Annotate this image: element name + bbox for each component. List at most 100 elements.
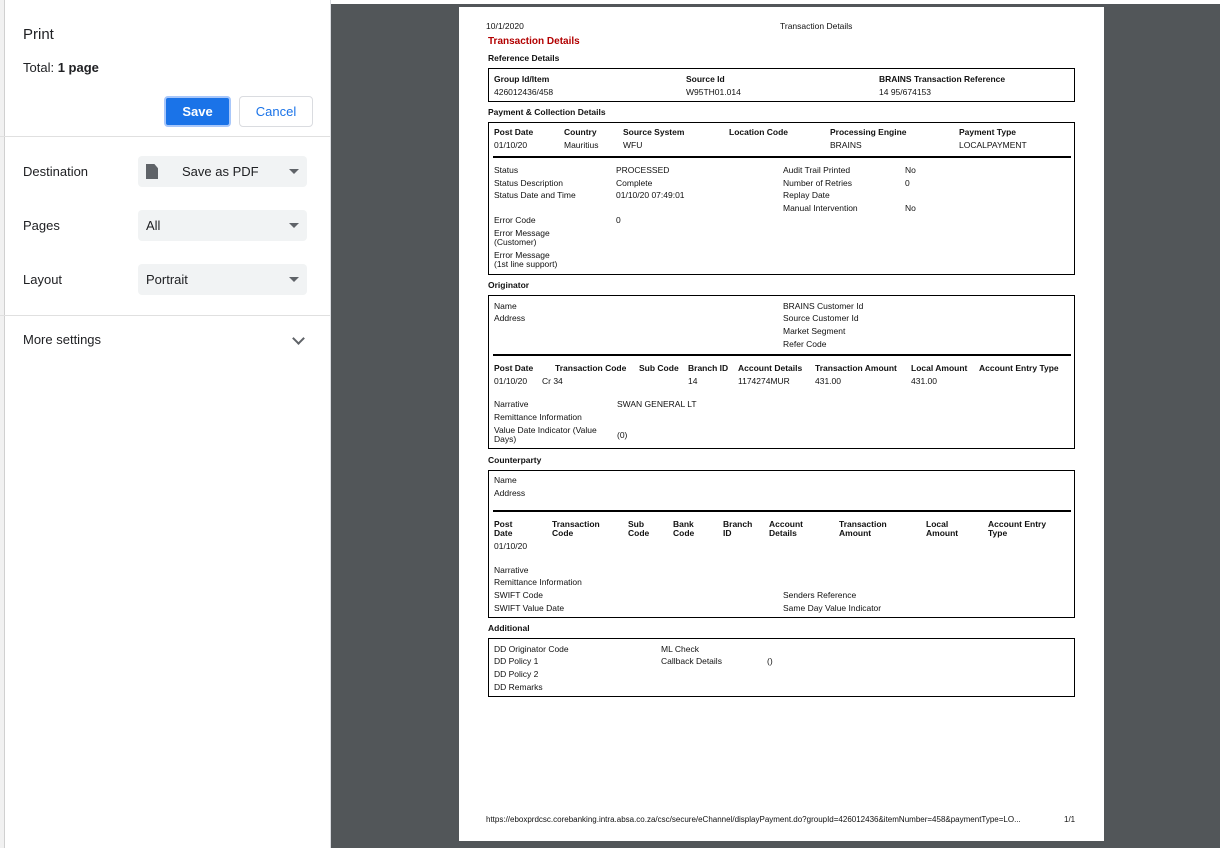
destination-value: Save as PDF (182, 164, 259, 179)
save-button[interactable]: Save (164, 96, 231, 127)
pay-col: Source System (623, 127, 685, 137)
divider (0, 136, 330, 137)
total-value: 1 page (57, 60, 99, 75)
orig-col: Local Amount (911, 363, 968, 373)
source-id-label: Source Id (686, 74, 725, 84)
sameday-label: Same Day Value Indicator (783, 603, 882, 613)
originator-section-title: Originator (488, 280, 530, 290)
senders-ref-label: Senders Reference (783, 590, 857, 600)
brains-ref-label: BRAINS Transaction Reference (879, 74, 1006, 84)
group-id-label: Group Id/Item (494, 74, 550, 84)
callback-label: Callback Details (661, 656, 722, 666)
orig-col: Transaction Code (555, 363, 627, 373)
additional-section-title: Additional (488, 623, 530, 633)
status-dt-label: Status Date and Time (494, 190, 576, 200)
pay-val: Mauritius (564, 140, 599, 150)
section-rule (493, 510, 1071, 512)
additional-box (488, 638, 1075, 697)
orig-col: Account Entry Type (979, 363, 1059, 373)
dd-policy1-label: DD Policy 1 (494, 656, 539, 666)
dialog-title: Print (23, 26, 54, 43)
section-rule (493, 156, 1071, 158)
source-cust-label: Source Customer Id (783, 313, 859, 323)
divider (0, 315, 330, 316)
total-pages: Total: 1 page (23, 60, 99, 75)
pay-val: BRAINS (830, 140, 862, 150)
cp-col-sub: Code (552, 528, 574, 538)
retries-label: Number of Retries (783, 178, 852, 188)
footer-url: https://eboxprdcsc.corebanking.intra.abs… (486, 815, 1021, 824)
status-label: Status (494, 165, 519, 175)
pay-col: Post Date (494, 127, 534, 137)
destination-select[interactable]: Save as PDF (138, 156, 307, 187)
manual-value: No (905, 203, 916, 213)
counterparty-box (488, 470, 1075, 618)
cp-col-sub: Code (628, 528, 650, 538)
dropdown-arrow-icon (289, 223, 299, 228)
error-msg-support-sub: (1st line support) (494, 259, 558, 269)
preview-page: 10/1/2020 Transaction Details Transactio… (459, 7, 1104, 841)
orig-col: Sub Code (639, 363, 679, 373)
orig-val: 431.00 (911, 376, 937, 386)
orig-val: 431.00 (815, 376, 841, 386)
error-msg-customer-sub: (Customer) (494, 237, 537, 247)
cp-col-sub: ID (723, 528, 732, 538)
dd-remarks-label: DD Remarks (494, 682, 543, 692)
orig-col: Branch ID (688, 363, 729, 373)
dd-policy2-label: DD Policy 2 (494, 669, 539, 679)
error-code-label: Error Code (494, 215, 536, 225)
cp-col-sub: Code (673, 528, 695, 538)
audit-label: Audit Trail Printed (783, 165, 851, 175)
pages-select[interactable]: All (138, 210, 307, 241)
footer-page-number: 1/1 (1064, 815, 1076, 824)
cp-col-sub: Details (769, 528, 797, 538)
more-settings-toggle[interactable]: More settings (23, 332, 101, 347)
retries-value: 0 (905, 178, 910, 188)
pay-col: Location Code (729, 127, 789, 137)
dd-orig-label: DD Originator Code (494, 644, 569, 654)
refer-label: Refer Code (783, 339, 827, 349)
vdi-value: (0) (617, 430, 628, 440)
cancel-button[interactable]: Cancel (239, 96, 313, 127)
pay-val: LOCALPAYMENT (959, 140, 1027, 150)
layout-select[interactable]: Portrait (138, 264, 307, 295)
manual-label: Manual Intervention (783, 203, 858, 213)
market-label: Market Segment (783, 326, 846, 336)
orig-address-label: Address (494, 313, 526, 323)
header-date: 10/1/2020 (486, 21, 524, 31)
cp-post-date: 01/10/20 (494, 541, 528, 551)
total-prefix: Total: (23, 60, 58, 75)
status-dt-value: 01/10/20 07:49:01 (616, 190, 685, 200)
destination-label: Destination (23, 164, 89, 179)
cp-col-sub: Amount (839, 528, 872, 538)
reference-section-title: Reference Details (488, 53, 560, 63)
orig-val: Cr 34 (542, 376, 563, 386)
pay-col: Processing Engine (830, 127, 907, 137)
callback-value: () (767, 656, 773, 666)
orig-col: Post Date (494, 363, 534, 373)
dropdown-arrow-icon (289, 277, 299, 282)
pay-val: WFU (623, 140, 643, 150)
status-desc-label: Status Description (494, 178, 563, 188)
pay-col: Country (564, 127, 597, 137)
payment-section-title: Payment & Collection Details (488, 107, 606, 117)
section-rule (493, 354, 1071, 356)
brains-cust-label: BRAINS Customer Id (783, 301, 864, 311)
orig-col: Account Details (738, 363, 803, 373)
orig-name-label: Name (494, 301, 517, 311)
orig-col: Transaction Amount (815, 363, 897, 373)
pdf-file-icon (146, 164, 158, 179)
source-id-value: W95TH01.014 (686, 87, 741, 97)
replay-label: Replay Date (783, 190, 830, 200)
swift-vd-label: SWIFT Value Date (494, 603, 565, 613)
chevron-down-icon[interactable] (292, 332, 305, 345)
orig-val: 1174274MUR (738, 376, 790, 386)
vdi-label-sub: Days) (494, 434, 517, 444)
background-page-edge (0, 0, 5, 848)
group-id-value: 426012436/458 (494, 87, 554, 97)
status-value: PROCESSED (616, 165, 670, 175)
error-code-value: 0 (616, 215, 621, 225)
status-desc-value: Complete (616, 178, 653, 188)
orig-val: 14 (688, 376, 698, 386)
print-settings-panel: Print Total: 1 page Save Cancel Destinat… (0, 0, 331, 848)
